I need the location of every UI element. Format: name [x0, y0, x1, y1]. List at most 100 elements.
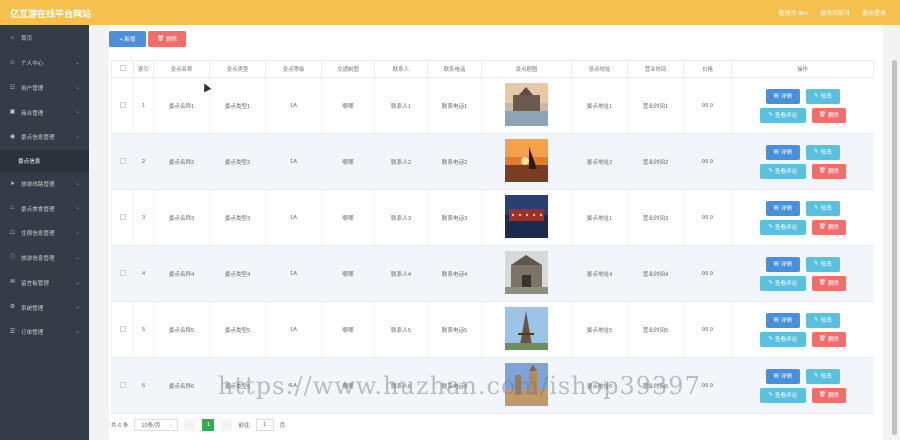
sidebar-item-9[interactable]: ⓘ 旅游信息管理 ⌄ — [0, 246, 89, 271]
detail-button[interactable]: ▤ 详情 — [765, 144, 800, 160]
home-icon: ⌂ — [10, 34, 15, 41]
delete-row-button[interactable]: 🗑 删除 — [811, 275, 846, 291]
chevron-down-icon: ⌄ — [74, 230, 80, 237]
cell-actions: ▤ 详情 ✎ 修改 ✎ 查看评论 🗑 删除 — [731, 133, 874, 190]
edit-button[interactable]: ✎ 修改 — [805, 200, 840, 216]
sidebar-item-label: 住宿信息管理 — [21, 231, 55, 238]
sidebar-item-3[interactable]: ▣ 商台管理 ⌄ — [0, 100, 89, 125]
sidebar-item-11[interactable]: ⚙ 系统管理 ⌄ — [0, 295, 89, 320]
chevron-down-icon: ⌄ — [74, 304, 80, 311]
sidebar-item-8[interactable]: ☖ 住宿信息管理 ⌄ — [0, 221, 89, 246]
vertical-scrollbar[interactable] — [892, 60, 897, 435]
pagination: 共 6 条 10条/页 ⌄ ‹ 1 › 前往 1 页 — [111, 419, 285, 431]
row-select-cell[interactable] — [111, 357, 134, 414]
cell-phone: 联系电话5 — [427, 301, 482, 358]
cell-level: 1A — [265, 189, 322, 246]
view-comments-button[interactable]: ✎ 查看评论 — [759, 331, 806, 347]
view-comments-button[interactable]: ✎ 查看评论 — [759, 387, 806, 403]
sidebar-item-label: 系统管理 — [21, 305, 44, 312]
bulk-delete-button[interactable]: 🗑 删除 — [148, 31, 186, 47]
edit-label: 修改 — [820, 318, 832, 324]
cell-phone: 联系电话1 — [427, 77, 482, 134]
remove-label: 删除 — [827, 393, 839, 399]
scenic-photo — [505, 307, 548, 350]
goto-label: 前往 — [238, 423, 250, 429]
column-header: 营业时间 — [627, 60, 684, 78]
column-header: 景点剧图 — [481, 60, 572, 78]
delete-row-button[interactable]: 🗑 删除 — [811, 107, 846, 123]
table-row: 1 景点名称1 景点类型1 1A 哪哪 联系人1 联系电话1 景点地址1 营业时间1 99.9 ▤ 详… — [111, 77, 874, 134]
row-select-cell[interactable] — [111, 189, 134, 246]
doc-icon: ▤ — [773, 317, 779, 323]
row-select-cell[interactable] — [111, 77, 134, 134]
row-checkbox[interactable] — [119, 101, 126, 108]
row-select-cell[interactable] — [111, 133, 134, 190]
row-select-cell[interactable] — [111, 245, 134, 302]
page-1-button[interactable]: 1 — [202, 419, 215, 431]
row-select-cell[interactable] — [111, 301, 134, 358]
sidebar-item-label: 个人中心 — [21, 61, 44, 68]
row-checkbox[interactable] — [119, 157, 126, 164]
view-comments-button[interactable]: ✎ 查看评论 — [759, 107, 806, 123]
cell-image — [481, 77, 572, 134]
row-checkbox[interactable] — [119, 213, 126, 220]
delete-row-button[interactable]: 🗑 删除 — [811, 331, 846, 347]
table-row: 5 景点名称5 景点类型5 1A 哪哪 联系人5 联系电话5 景点地址5 营业时间5 99.9 ▤ 详… — [111, 301, 874, 358]
edit-button[interactable]: ✎ 修改 — [805, 88, 840, 104]
sidebar-item-6[interactable]: ➤ 旅游线路管理 ⌄ — [0, 172, 89, 197]
cell-image — [481, 301, 572, 358]
row-checkbox[interactable] — [119, 269, 126, 276]
edit-button[interactable]: ✎ 修改 — [805, 368, 840, 384]
cell-price: 99.9 — [683, 133, 732, 190]
site-title: 亿互游在线平台网站 — [10, 9, 92, 19]
edit-label: 修改 — [820, 374, 832, 380]
sidebar-item-0[interactable]: ⌂ 首页 — [0, 25, 89, 51]
chevron-down-icon: ⌄ — [74, 109, 80, 116]
detail-button[interactable]: ▤ 详情 — [765, 256, 800, 272]
page-size-select[interactable]: 10条/页 ⌄ — [134, 419, 179, 431]
delete-row-button[interactable]: 🗑 删除 — [811, 387, 846, 403]
trash-icon: 🗑 — [818, 112, 826, 118]
sidebar-item-12[interactable]: ☰ 订单管理 ⌄ — [0, 320, 89, 345]
front-link[interactable]: 退出到前台 — [820, 8, 850, 17]
detail-label: 详情 — [780, 206, 792, 212]
cell-traffic: 哪哪 — [321, 133, 375, 190]
add-button[interactable]: + 新增 — [109, 31, 146, 47]
detail-label: 详情 — [780, 374, 792, 380]
view-comments-button[interactable]: ✎ 查看评论 — [759, 163, 806, 179]
location-icon: ◉ — [9, 133, 16, 140]
view-comments-button[interactable]: ✎ 查看评论 — [759, 219, 806, 235]
sidebar-item-4[interactable]: ◉ 景点信息管理 ⌄ — [0, 125, 89, 150]
prev-page-button[interactable]: ‹ — [184, 419, 197, 431]
sidebar-item-2[interactable]: ☷ 用户管理 ⌄ — [0, 76, 89, 101]
view-comments-button[interactable]: ✎ 查看评论 — [759, 275, 806, 291]
chevron-down-icon: ⌄ — [74, 254, 80, 261]
sidebar-item-7[interactable]: ♨ 景点美食管理 ⌄ — [0, 196, 89, 221]
sidebar-item-10[interactable]: ✉ 留言板管理 ⌄ — [0, 271, 89, 296]
select-all-header[interactable] — [111, 60, 134, 78]
next-page-button[interactable]: › — [220, 419, 233, 431]
detail-button[interactable]: ▤ 详情 — [765, 200, 800, 216]
sidebar-item-label: 景点信息 — [18, 158, 41, 165]
sidebar-item-label: 旅游线路管理 — [21, 182, 55, 189]
goto-page-input[interactable]: 1 — [255, 419, 274, 431]
edit-label: 修改 — [820, 150, 832, 156]
scenic-photo — [505, 251, 548, 294]
detail-button[interactable]: ▤ 详情 — [765, 88, 800, 104]
sidebar-item-5[interactable]: 景点信息 — [0, 149, 89, 172]
logout-link[interactable]: 退出登录 — [862, 8, 886, 17]
detail-button[interactable]: ▤ 详情 — [765, 368, 800, 384]
row-checkbox[interactable] — [119, 325, 126, 332]
edit-button[interactable]: ✎ 修改 — [805, 144, 840, 160]
delete-row-button[interactable]: 🗑 删除 — [811, 219, 846, 235]
select-all-checkbox[interactable] — [119, 65, 126, 71]
edit-button[interactable]: ✎ 修改 — [805, 256, 840, 272]
delete-row-button[interactable]: 🗑 删除 — [811, 163, 846, 179]
edit-button[interactable]: ✎ 修改 — [805, 312, 840, 328]
order-icon: ☰ — [9, 328, 16, 335]
pencil-icon: ✎ — [768, 168, 773, 174]
detail-button[interactable]: ▤ 详情 — [765, 312, 800, 328]
sidebar-item-1[interactable]: ☺ 个人中心 ⌄ — [0, 51, 89, 76]
row-checkbox[interactable] — [119, 381, 126, 388]
info-icon: ⓘ — [9, 254, 16, 261]
